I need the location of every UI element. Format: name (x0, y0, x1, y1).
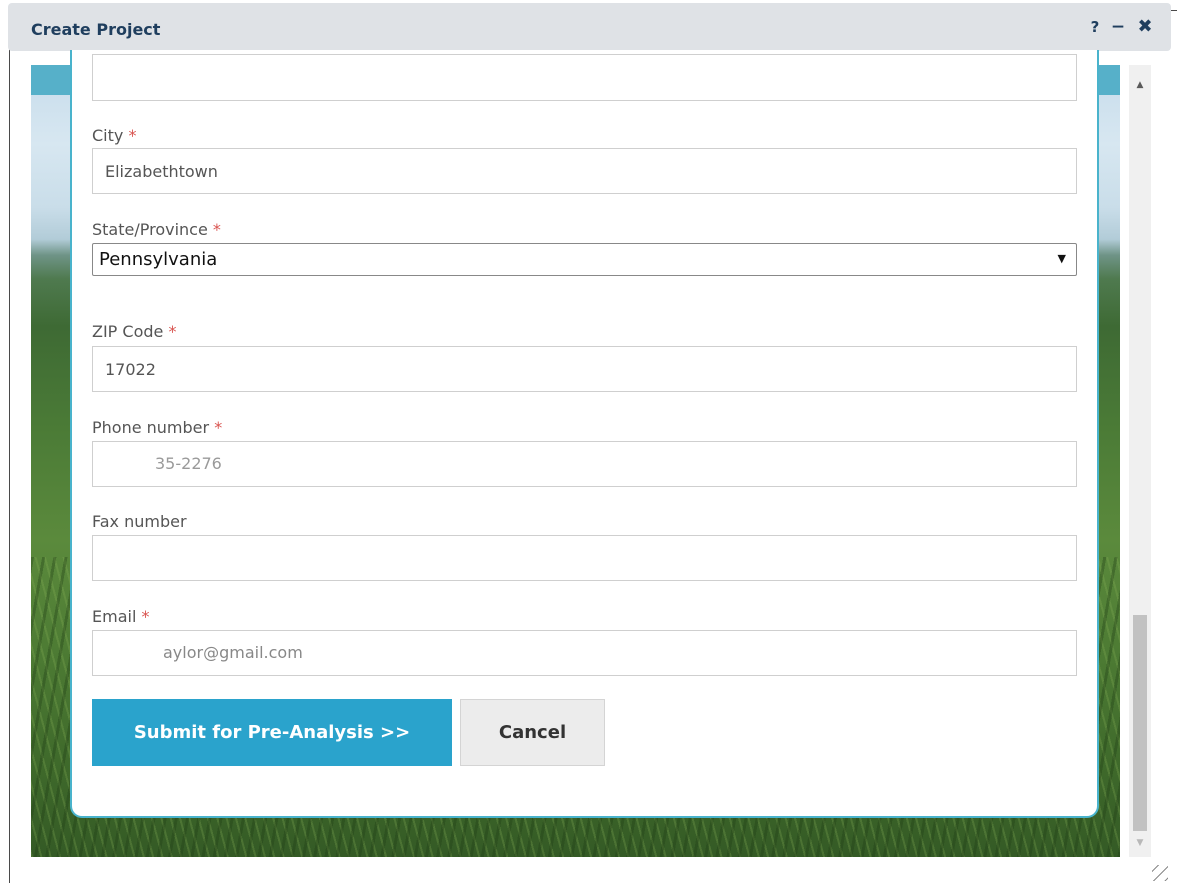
state-required-mark: * (212, 220, 221, 239)
window-title: Create Project (31, 20, 161, 39)
fax-input[interactable] (92, 535, 1077, 581)
chevron-down-icon: ▼ (1057, 252, 1066, 265)
zip-required-mark: * (168, 322, 177, 341)
state-label: State/Province * (92, 220, 221, 239)
minimize-icon[interactable]: − (1107, 15, 1129, 39)
scroll-thumb[interactable] (1133, 615, 1147, 831)
phone-input-value: 35-2276 (155, 454, 222, 473)
state-select-value: Pennsylvania (99, 249, 218, 270)
zip-input[interactable] (92, 346, 1077, 392)
fax-label: Fax number (92, 512, 187, 531)
phone-input[interactable]: 35-2276 (92, 441, 1077, 487)
state-select[interactable]: Pennsylvania ▼ (92, 243, 1077, 276)
zip-label: ZIP Code * (92, 322, 177, 341)
phone-required-mark: * (214, 418, 223, 437)
phone-label: Phone number * (92, 418, 223, 437)
city-label: City * (92, 126, 137, 145)
help-icon[interactable]: ? (1088, 15, 1102, 39)
email-required-mark: * (141, 607, 150, 626)
address-line-2-input[interactable] (92, 54, 1077, 101)
email-label: Email * (92, 607, 150, 626)
city-input[interactable] (92, 148, 1077, 194)
scroll-up-icon[interactable]: ▲ (1129, 75, 1151, 95)
email-input-value: aylor@gmail.com (163, 643, 303, 662)
vertical-scrollbar[interactable]: ▲ ▼ (1129, 65, 1151, 857)
scroll-down-icon[interactable]: ▼ (1129, 833, 1151, 853)
submit-pre-analysis-button[interactable]: Submit for Pre-Analysis >> (92, 699, 452, 766)
window-titlebar[interactable]: Create Project ? − ✖ (8, 3, 1171, 51)
email-input[interactable]: aylor@gmail.com (92, 630, 1077, 676)
resize-grip-icon[interactable] (1152, 865, 1168, 881)
cancel-button[interactable]: Cancel (460, 699, 605, 766)
close-icon[interactable]: ✖ (1134, 15, 1156, 39)
city-required-mark: * (128, 126, 137, 145)
